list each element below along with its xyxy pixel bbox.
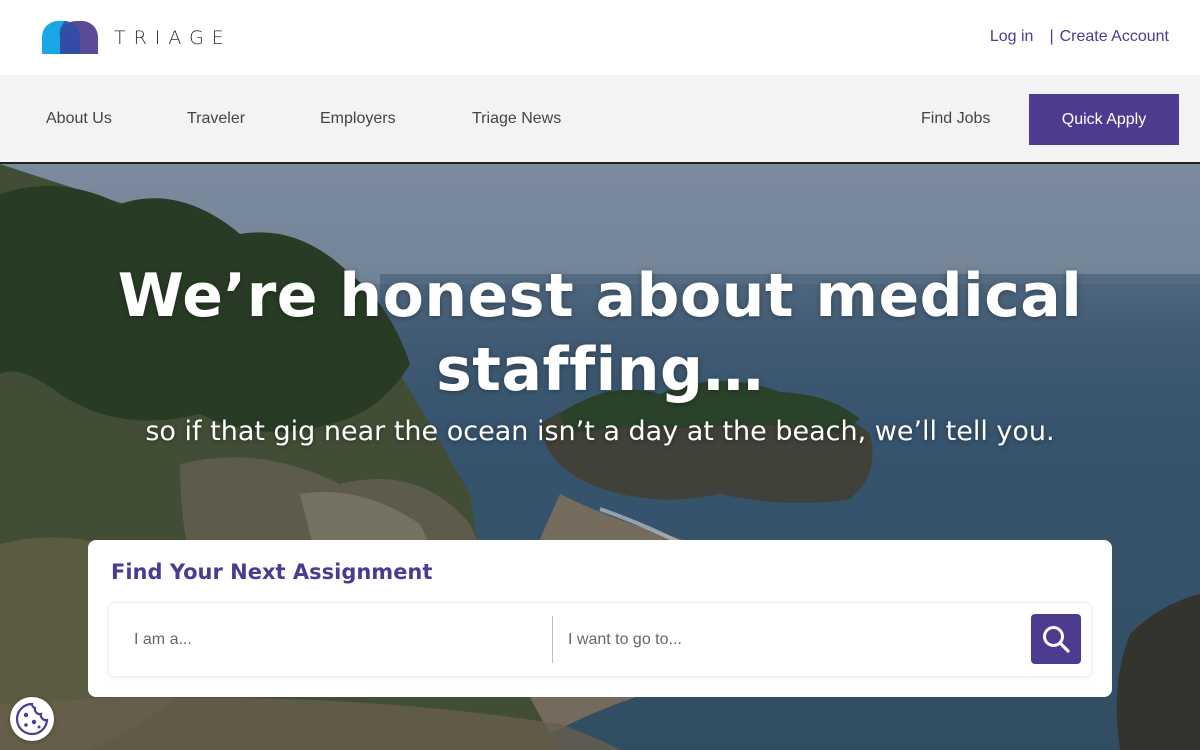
cookie-icon: [15, 702, 49, 736]
auth-links: Log in | Create Account: [990, 28, 1169, 46]
search-divider: [552, 616, 553, 663]
create-account-link[interactable]: Create Account: [1060, 28, 1169, 46]
hero-subline: so if that gig near the ocean isn’t a da…: [145, 416, 1055, 447]
nav-triage-news[interactable]: Triage News: [472, 110, 561, 128]
nav-about-us[interactable]: About Us: [46, 110, 112, 128]
hero-section: We’re honest about medical staffing… so …: [0, 164, 1200, 750]
job-search-card: Find Your Next Assignment: [88, 540, 1112, 697]
role-input[interactable]: [109, 603, 552, 676]
search-bar: [109, 603, 1091, 676]
login-link[interactable]: Log in: [990, 28, 1034, 46]
search-card-title: Find Your Next Assignment: [111, 560, 433, 584]
brand-name: TRIAGE: [114, 26, 232, 49]
search-button[interactable]: [1031, 614, 1081, 664]
hero-headline: We’re honest about medical staffing…: [117, 261, 1083, 405]
main-nav: About Us Traveler Employers Triage News …: [0, 75, 1200, 164]
logo-mark-icon: [42, 21, 98, 54]
nav-traveler[interactable]: Traveler: [187, 110, 245, 128]
brand-logo[interactable]: TRIAGE: [42, 21, 232, 54]
quick-apply-button[interactable]: Quick Apply: [1029, 94, 1179, 145]
top-header: TRIAGE Log in | Create Account: [0, 0, 1200, 75]
nav-employers[interactable]: Employers: [320, 110, 396, 128]
location-input[interactable]: [554, 603, 1024, 676]
search-icon: [1043, 626, 1070, 653]
nav-find-jobs[interactable]: Find Jobs: [921, 110, 990, 128]
auth-separator: |: [1049, 28, 1054, 45]
cookie-preferences-button[interactable]: [10, 697, 54, 741]
